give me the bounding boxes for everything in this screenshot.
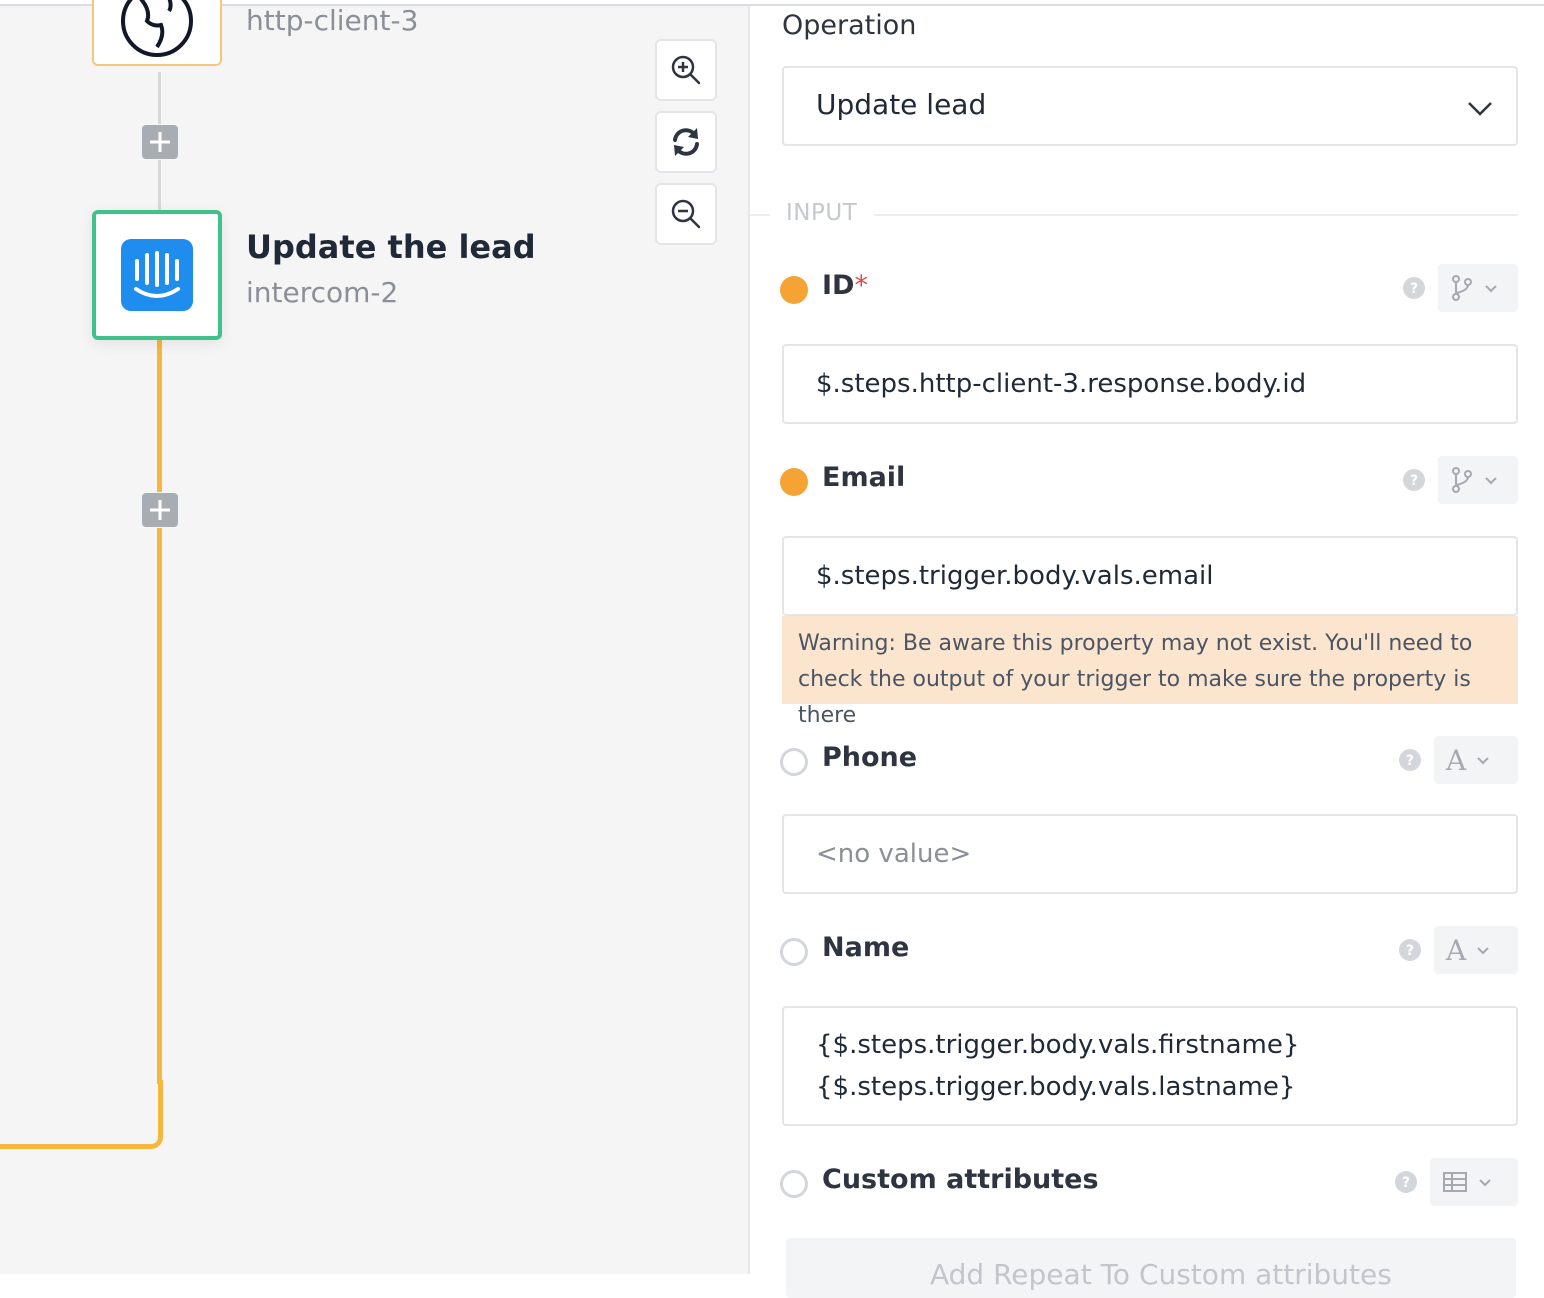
name-input-line: {$.steps.trigger.body.vals.lastname}: [816, 1072, 1296, 1102]
field-type-select[interactable]: [1438, 264, 1518, 312]
field-status-dot: [780, 938, 808, 966]
connector-line: [158, 72, 161, 124]
field-status-dot: [780, 748, 808, 776]
field-status-dot: [780, 1170, 808, 1198]
svg-text:?: ?: [1406, 943, 1414, 959]
http-client-icon: [121, 0, 193, 57]
svg-text:?: ?: [1410, 281, 1418, 297]
node-title: Update the lead: [246, 228, 536, 266]
field-type-select[interactable]: A: [1434, 926, 1518, 974]
add-step-button[interactable]: [142, 125, 178, 159]
section-label-input: INPUT: [786, 200, 858, 226]
connector-corner: [0, 1080, 163, 1149]
name-input[interactable]: {$.steps.trigger.body.vals.firstname} {$…: [782, 1006, 1518, 1126]
field-label-custom-attributes: Custom attributes: [822, 1164, 1099, 1195]
chevron-down-icon: [1485, 285, 1497, 293]
zoom-in-button[interactable]: [655, 39, 717, 101]
field-type-select[interactable]: [1430, 1158, 1518, 1206]
field-label-text: ID: [822, 270, 855, 301]
zoom-out-icon: [671, 199, 701, 229]
refresh-button[interactable]: [655, 111, 717, 173]
help-icon[interactable]: ?: [1402, 468, 1426, 492]
chevron-down-icon: [1468, 102, 1492, 116]
chevron-down-icon: [1485, 477, 1497, 485]
plus-icon: [150, 132, 170, 152]
connector-line-active: [157, 340, 162, 492]
field-status-dot: [780, 468, 808, 496]
section-divider: [874, 214, 1518, 216]
field-label-name: Name: [822, 932, 910, 963]
operation-label: Operation: [782, 10, 917, 41]
chevron-down-icon: [1479, 1179, 1491, 1187]
id-input[interactable]: $.steps.http-client-3.response.body.id: [782, 344, 1518, 424]
required-marker: *: [854, 270, 868, 301]
branch-icon: [1452, 275, 1472, 301]
warning-line: check the output of your trigger to make…: [798, 667, 1471, 728]
add-step-button[interactable]: [142, 493, 178, 527]
warning-line: Warning: Be aware this property may not …: [798, 631, 1473, 656]
help-icon[interactable]: ?: [1398, 748, 1422, 772]
connector-line: [158, 160, 161, 210]
node-subtitle: http-client-3: [246, 4, 419, 37]
zoom-out-button[interactable]: [655, 183, 717, 245]
connector-line-active: [157, 528, 162, 1084]
zoom-in-icon: [671, 55, 701, 85]
email-input-value: $.steps.trigger.body.vals.email: [816, 561, 1214, 591]
help-icon[interactable]: ?: [1394, 1170, 1418, 1194]
field-type-select[interactable]: [1438, 456, 1518, 504]
operation-select[interactable]: Update lead: [782, 66, 1518, 146]
svg-text:?: ?: [1402, 1175, 1410, 1191]
svg-text:?: ?: [1406, 753, 1414, 769]
name-input-line: {$.steps.trigger.body.vals.firstname}: [816, 1030, 1300, 1060]
phone-input[interactable]: <no value>: [782, 814, 1518, 894]
table-icon: [1443, 1172, 1467, 1192]
chevron-down-icon: [1477, 947, 1489, 955]
workflow-node-http-client[interactable]: [92, 0, 222, 66]
property-warning: Warning: Be aware this property may not …: [782, 616, 1518, 728]
add-custom-attribute-button[interactable]: Add Repeat To Custom attributes: [786, 1238, 1516, 1298]
field-label-id: ID*: [822, 270, 868, 301]
text-type-icon: A: [1446, 933, 1467, 967]
plus-icon: [150, 500, 170, 520]
refresh-icon: [673, 128, 699, 156]
workflow-node-intercom[interactable]: [92, 210, 222, 340]
branch-icon: [1452, 467, 1472, 493]
chevron-down-icon: [1477, 757, 1489, 765]
email-input[interactable]: $.steps.trigger.body.vals.email: [782, 536, 1518, 616]
field-status-dot: [780, 276, 808, 304]
field-type-select[interactable]: A: [1434, 736, 1518, 784]
svg-text:?: ?: [1410, 473, 1418, 489]
help-icon[interactable]: ?: [1398, 938, 1422, 962]
id-input-value: $.steps.http-client-3.response.body.id: [816, 369, 1307, 399]
field-label-phone: Phone: [822, 742, 918, 773]
phone-input-placeholder: <no value>: [816, 839, 972, 869]
section-divider: [750, 214, 770, 216]
help-icon[interactable]: ?: [1402, 276, 1426, 300]
add-custom-attribute-label: Add Repeat To Custom attributes: [930, 1258, 1392, 1291]
operation-select-value: Update lead: [816, 88, 987, 121]
intercom-logo-icon: [121, 239, 193, 311]
field-label-email: Email: [822, 462, 906, 493]
text-type-icon: A: [1446, 743, 1467, 777]
node-subtitle: intercom-2: [246, 276, 399, 309]
